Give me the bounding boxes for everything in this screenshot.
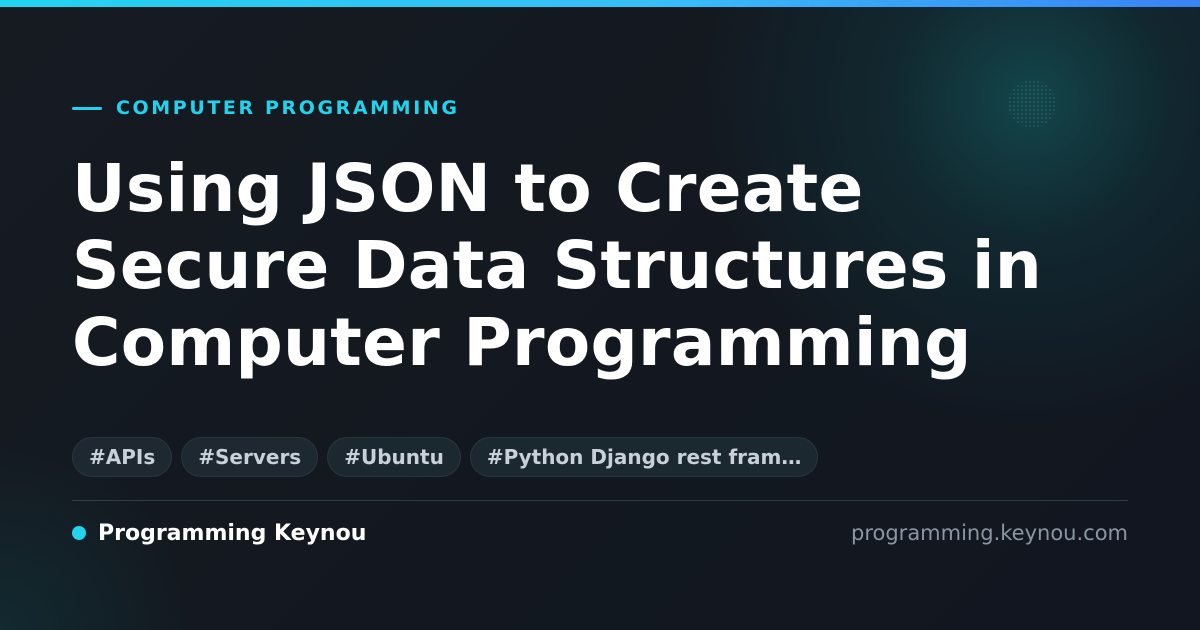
brand: Programming Keynou <box>72 519 366 547</box>
title-line: Secure Data Structures in <box>72 227 1043 304</box>
tag-python-django[interactable]: #Python Django rest fram… <box>469 437 819 477</box>
tag-servers[interactable]: #Servers <box>181 437 319 477</box>
tag-ubuntu[interactable]: #Ubuntu <box>327 437 461 477</box>
brand-name: Programming Keynou <box>98 520 367 546</box>
divider <box>72 500 1128 501</box>
dot-texture-decoration <box>1008 80 1056 128</box>
category: COMPUTER PROGRAMMING <box>72 96 460 120</box>
title-line: Using JSON to Create <box>72 150 864 227</box>
accent-bar <box>0 0 1200 7</box>
tag-apis[interactable]: #APIs <box>72 437 173 477</box>
article-title: Using JSON to Create Secure Data Structu… <box>72 150 1152 381</box>
site-domain: programming.keynou.com <box>851 521 1128 545</box>
tag-list: #APIs #Servers #Ubuntu #Python Django re… <box>72 437 819 477</box>
category-dash-icon <box>72 106 102 110</box>
title-line: Computer Programming <box>72 304 972 381</box>
share-card: COMPUTER PROGRAMMING Using JSON to Creat… <box>0 0 1200 630</box>
category-label: COMPUTER PROGRAMMING <box>116 97 460 119</box>
brand-dot-icon <box>72 526 86 540</box>
